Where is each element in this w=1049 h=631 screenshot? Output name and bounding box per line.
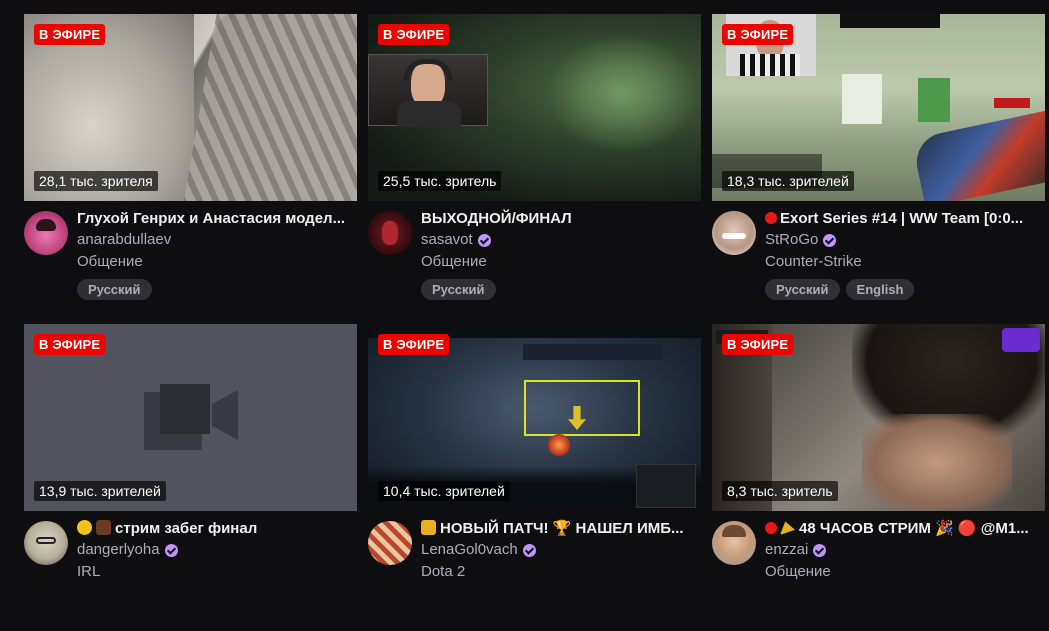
tag[interactable]: Русский <box>421 279 496 300</box>
sub-badge <box>1002 328 1040 352</box>
red-circle-icon <box>765 212 777 224</box>
live-badge: В ЭФИРЕ <box>34 334 106 355</box>
tag[interactable]: Русский <box>765 279 840 300</box>
channel-label: dangerlyoha <box>77 541 160 558</box>
viewer-count: 8,3 тыс. зритель <box>722 481 838 501</box>
party-popper-icon <box>780 521 795 535</box>
stream-title-text: НОВЫЙ ПАТЧ! 🏆 НАШЕЛ ИМБ... <box>440 520 684 537</box>
live-badge: В ЭФИРЕ <box>722 24 794 45</box>
category-link[interactable]: IRL <box>77 561 357 583</box>
avatar[interactable] <box>24 211 68 255</box>
webcam-overlay <box>368 54 488 127</box>
avatar[interactable] <box>712 211 756 255</box>
stream-grid: В ЭФИРЕ 28,1 тыс. зрителя Глухой Генрих … <box>24 14 1045 582</box>
channel-name[interactable]: StRoGo <box>765 229 1045 251</box>
poster <box>842 74 882 124</box>
hud-marker <box>994 98 1030 108</box>
stream-thumbnail[interactable]: В ЭФИРЕ 25,5 тыс. зритель <box>368 14 701 201</box>
stream-title[interactable]: НОВЫЙ ПАТЧ! 🏆 НАШЕЛ ИМБ... <box>421 519 701 539</box>
tag-list: Русский <box>421 279 701 300</box>
stream-card: В ЭФИРЕ 10,4 тыс. зрителей НОВЫЙ ПАТЧ! 🏆… <box>368 324 701 582</box>
tag-list: Русский English <box>765 279 1045 300</box>
stream-card: В ЭФИРЕ 13,9 тыс. зрителей стрим забег ф… <box>24 324 357 582</box>
channel-label: sasavot <box>421 231 473 248</box>
tag[interactable]: Русский <box>77 279 152 300</box>
stream-card: В ЭФИРЕ 28,1 тыс. зрителя Глухой Генрих … <box>24 14 357 324</box>
minimap <box>636 464 696 508</box>
stream-title[interactable]: ВЫХОДНОЙ/ФИНАЛ <box>421 209 701 229</box>
stream-title[interactable]: стрим забег финал <box>77 519 357 539</box>
stream-thumbnail[interactable]: В ЭФИРЕ 28,1 тыс. зрителя <box>24 14 357 201</box>
poster <box>918 78 950 122</box>
stream-title[interactable]: 48 ЧАСОВ СТРИМ 🎉 🔴 @M1... <box>765 519 1045 539</box>
viewer-count: 10,4 тыс. зрителей <box>378 481 510 501</box>
stream-title-text: стрим забег финал <box>115 520 258 537</box>
verified-icon <box>813 543 827 557</box>
sunglasses-emoji-icon <box>77 520 92 535</box>
live-badge: В ЭФИРЕ <box>722 334 794 355</box>
leaves-shape <box>548 34 698 154</box>
viewer-count: 18,3 тыс. зрителей <box>722 171 854 191</box>
stream-meta: ВЫХОДНОЙ/ФИНАЛ sasavot Общение Русский <box>368 201 701 321</box>
avatar[interactable] <box>24 521 68 565</box>
channel-label: StRoGo <box>765 231 819 248</box>
video-camera-icon <box>144 384 238 450</box>
red-circle-icon <box>765 522 777 534</box>
channel-name[interactable]: LenaGol0vach <box>421 539 701 561</box>
verified-icon <box>164 543 178 557</box>
viewer-count: 28,1 тыс. зрителя <box>34 171 158 191</box>
category-link[interactable]: Общение <box>421 251 701 273</box>
selection-box <box>524 380 640 436</box>
verified-icon <box>823 233 837 247</box>
stream-card: В ЭФИРЕ 25,5 тыс. зритель ВЫХОДНОЙ/ФИНАЛ… <box>368 14 701 324</box>
person-shape <box>862 414 1012 511</box>
stream-title[interactable]: Exort Series #14 | WW Team [0:0... <box>765 209 1045 229</box>
live-badge: В ЭФИРЕ <box>378 334 450 355</box>
hud-panel <box>523 344 663 360</box>
stream-card: В ЭФИРЕ 8,3 тыс. зритель 48 ЧАСОВ СТРИМ … <box>712 324 1045 582</box>
stream-meta: стрим забег финал dangerlyoha IRL <box>24 511 357 631</box>
viewer-count: 13,9 тыс. зрителей <box>34 481 166 501</box>
hud-top <box>840 14 940 28</box>
channel-label: enzzai <box>765 541 809 558</box>
channel-name[interactable]: enzzai <box>765 539 1045 561</box>
category-link[interactable]: Общение <box>77 251 357 273</box>
stream-title[interactable]: Глухой Генрих и Анастасия модел... <box>77 209 357 229</box>
stream-meta: Exort Series #14 | WW Team [0:0... StRoG… <box>712 201 1045 321</box>
verified-icon <box>522 543 536 557</box>
stream-title-text: Exort Series #14 | WW Team [0:0... <box>780 210 1024 227</box>
weapon-shape <box>911 110 1045 201</box>
stream-meta: НОВЫЙ ПАТЧ! 🏆 НАШЕЛ ИМБ... LenaGol0vach … <box>368 511 701 631</box>
category-link[interactable]: Counter-Strike <box>765 251 1045 273</box>
channel-name[interactable]: anarabdullaev <box>77 229 357 251</box>
category-link[interactable]: Dota 2 <box>421 561 701 583</box>
stream-thumbnail[interactable]: В ЭФИРЕ 18,3 тыс. зрителей <box>712 14 1045 201</box>
avatar[interactable] <box>368 521 412 565</box>
fist-emoji-icon <box>96 520 111 535</box>
channel-name[interactable]: dangerlyoha <box>77 539 357 561</box>
stream-thumbnail[interactable]: В ЭФИРЕ 13,9 тыс. зрителей <box>24 324 357 511</box>
stream-card: В ЭФИРЕ 18,3 тыс. зрителей Exort Series … <box>712 14 1045 324</box>
verified-icon <box>477 233 491 247</box>
live-badge: В ЭФИРЕ <box>378 24 450 45</box>
channel-label: anarabdullaev <box>77 231 172 248</box>
stream-thumbnail[interactable]: В ЭФИРЕ 8,3 тыс. зритель <box>712 324 1045 511</box>
avatar[interactable] <box>712 521 756 565</box>
stream-meta: Глухой Генрих и Анастасия модел... anara… <box>24 201 357 321</box>
viewer-count: 25,5 тыс. зритель <box>378 171 502 191</box>
channel-name[interactable]: sasavot <box>421 229 701 251</box>
channel-label: LenaGol0vach <box>421 541 518 558</box>
trophy-icon <box>421 520 436 535</box>
hero-effect <box>548 434 570 456</box>
graffiti-wall <box>177 14 357 201</box>
stream-thumbnail[interactable]: В ЭФИРЕ 10,4 тыс. зрителей <box>368 324 701 511</box>
category-link[interactable]: Общение <box>765 561 1045 583</box>
tag[interactable]: English <box>845 279 915 300</box>
live-badge: В ЭФИРЕ <box>34 24 106 45</box>
stream-title-text: 48 ЧАСОВ СТРИМ 🎉 🔴 @M1... <box>799 520 1029 537</box>
tag-list: Русский <box>77 279 357 300</box>
avatar[interactable] <box>368 211 412 255</box>
stream-meta: 48 ЧАСОВ СТРИМ 🎉 🔴 @M1... enzzai Общение <box>712 511 1045 631</box>
